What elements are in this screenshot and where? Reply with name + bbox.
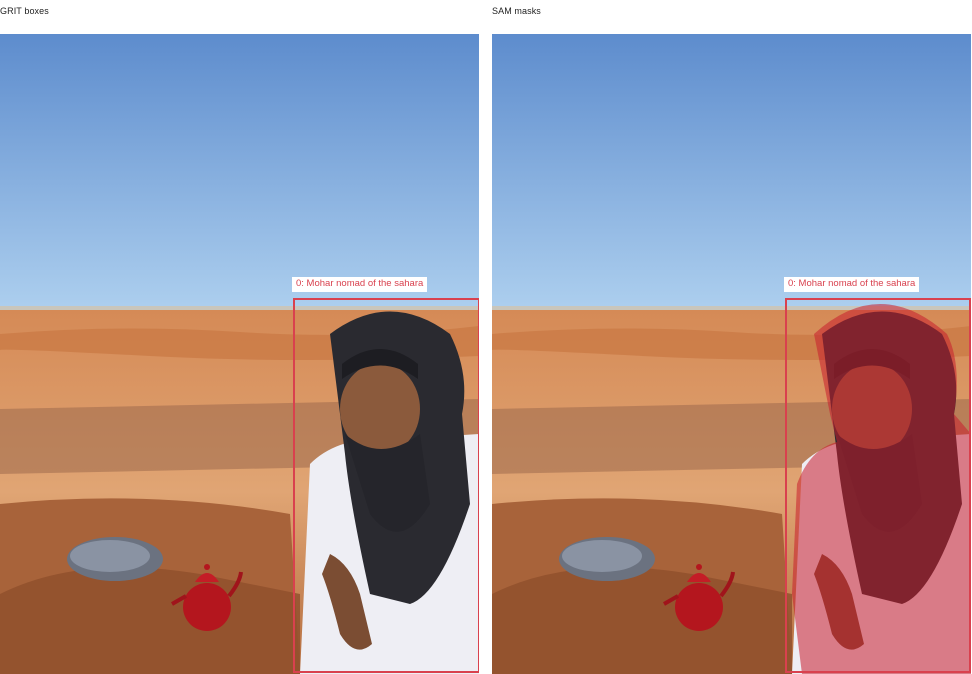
right-panel-title: SAM masks bbox=[492, 6, 541, 16]
box-label: 0: Mohar nomad of the sahara bbox=[784, 277, 920, 292]
left-panel-title: GRIT boxes bbox=[0, 6, 49, 16]
left-panel bbox=[0, 34, 479, 674]
box-label: 0: Mohar nomad of the sahara bbox=[292, 277, 428, 292]
figure: GRIT boxes SAM masks 0: Mohar nomad of t… bbox=[0, 0, 972, 674]
bounding-box bbox=[293, 298, 479, 673]
right-panel bbox=[492, 34, 971, 674]
bounding-box bbox=[785, 298, 971, 673]
